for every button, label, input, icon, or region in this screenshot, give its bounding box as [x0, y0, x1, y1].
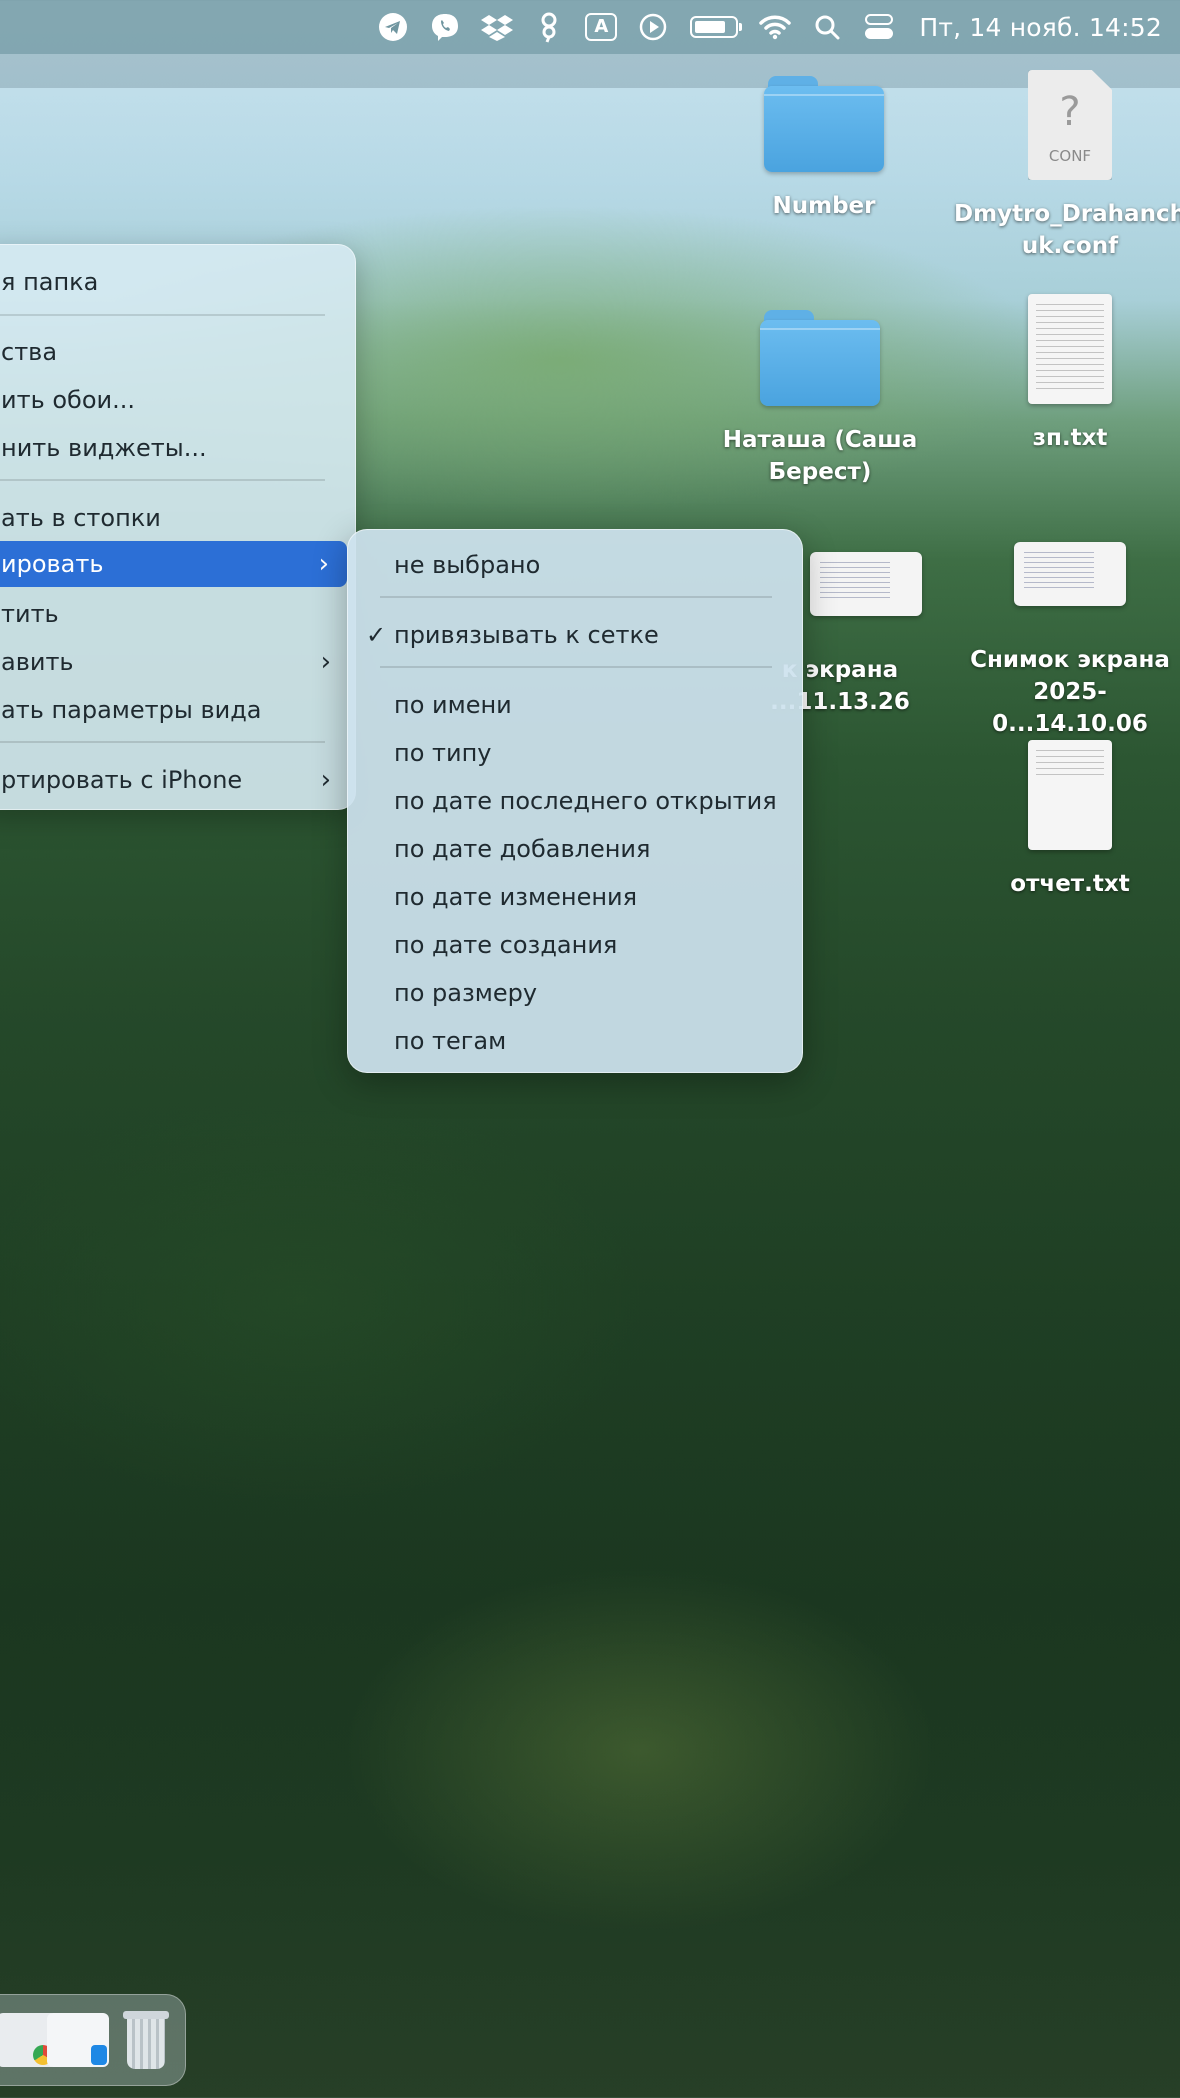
menu-separator [380, 596, 772, 598]
folder-icon [764, 76, 884, 172]
menu-bar-clock[interactable]: Пт, 14 нояб. 14:52 [919, 13, 1162, 42]
desktop-icon-label: Dmytro_Drahanch uk.conf [954, 201, 1180, 259]
spotlight-search-icon[interactable] [801, 0, 853, 54]
desktop-context-menu: я папка ства ить обои... нить виджеты...… [0, 244, 356, 810]
desktop-file-otchet-txt[interactable]: отчет.txt [1000, 740, 1140, 900]
menu-item-import-from-iphone[interactable]: ртировать с iPhone › [0, 757, 357, 803]
desktop-icon-label: отчет.txt [1010, 871, 1130, 897]
desktop-screenshot-2[interactable]: Снимок экрана 2025-0...14.10.06 [956, 542, 1180, 740]
screenshot-thumbnail-icon [1014, 542, 1126, 606]
lasso-icon[interactable] [523, 0, 575, 54]
desktop-file-zp-txt[interactable]: зп.txt [1000, 294, 1140, 454]
menu-item-edit-widgets[interactable]: нить виджеты... [0, 425, 357, 471]
menu-item-clean-up-by[interactable]: авить › [0, 639, 357, 685]
checkmark-icon: ✓ [366, 621, 387, 649]
desktop-icon-label: Наташа (Саша Берест) [722, 427, 918, 485]
chevron-right-icon: › [320, 765, 331, 795]
sort-option-tags[interactable]: по тегам [348, 1018, 804, 1064]
sort-option-date-modified[interactable]: по дате изменения [348, 874, 804, 920]
folder-icon [760, 310, 880, 406]
input-source-letter: A [585, 13, 618, 41]
menu-item-clean-up[interactable]: тить [0, 591, 357, 637]
menu-bar: A Пт, 14 нояб. 14:52 [0, 0, 1180, 54]
screenshot-preview-icon[interactable] [47, 2013, 109, 2067]
menu-separator [0, 479, 325, 481]
menu-separator [380, 666, 772, 668]
sort-option-name[interactable]: по имени [348, 682, 804, 728]
viber-icon[interactable] [419, 0, 471, 54]
menu-item-new-folder[interactable]: я папка [0, 259, 357, 305]
dropbox-icon[interactable] [471, 0, 523, 54]
menu-item-change-wallpaper[interactable]: ить обои... [0, 377, 357, 423]
sort-option-size[interactable]: по размеру [348, 970, 804, 1016]
sort-option-none[interactable]: не выбрано [348, 542, 804, 588]
menu-separator [0, 741, 325, 743]
menu-item-sort-by[interactable]: ировать › [0, 541, 347, 587]
telegram-icon[interactable] [367, 0, 419, 54]
text-file-icon [1028, 294, 1112, 404]
menu-item-use-stacks[interactable]: ать в стопки [0, 495, 357, 541]
menu-separator [0, 314, 325, 316]
input-source-icon[interactable]: A [575, 0, 627, 54]
menu-item-show-view-options[interactable]: ать параметры вида [0, 687, 357, 733]
conf-file-icon: ? CONF [1028, 70, 1112, 180]
dock [0, 1994, 186, 2086]
sort-option-snap-to-grid[interactable]: ✓ привязывать к сетке [348, 612, 804, 658]
desktop-icon-label: Number [772, 193, 876, 219]
control-center-icon[interactable] [853, 0, 905, 54]
desktop-icon-label: зп.txt [1032, 425, 1108, 451]
screenshot-thumbnail-icon [810, 552, 922, 616]
chevron-right-icon: › [320, 647, 331, 677]
sort-option-kind[interactable]: по типу [348, 730, 804, 776]
sort-option-date-created[interactable]: по дате создания [348, 922, 804, 968]
text-file-icon [1028, 740, 1112, 850]
desktop-file-conf[interactable]: ? CONF Dmytro_Drahanch uk.conf [952, 70, 1180, 262]
trash-icon[interactable] [123, 2009, 169, 2069]
chevron-right-icon: › [318, 549, 329, 579]
sort-option-date-added[interactable]: по дате добавления [348, 826, 804, 872]
desktop-folder-natasha[interactable]: Наташа (Саша Берест) [720, 310, 920, 488]
menu-item-get-info[interactable]: ства [0, 329, 357, 375]
wifi-icon[interactable] [749, 0, 801, 54]
sort-by-submenu: не выбрано ✓ привязывать к сетке по имен… [347, 529, 803, 1073]
desktop-icon-label: Снимок экрана 2025-0...14.10.06 [970, 647, 1170, 737]
battery-icon[interactable] [679, 0, 749, 54]
sort-option-date-last-opened[interactable]: по дате последнего открытия [348, 778, 804, 824]
media-play-icon[interactable] [627, 0, 679, 54]
desktop-folder-number[interactable]: Number [744, 76, 904, 222]
